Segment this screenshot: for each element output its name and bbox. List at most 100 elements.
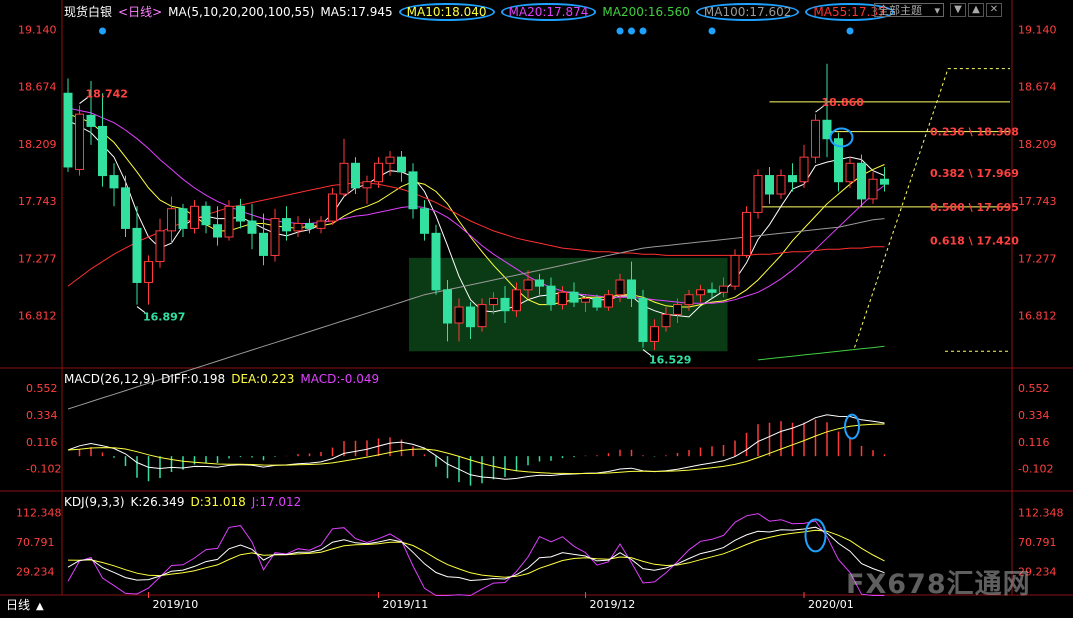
top-legend: 现货白银 <日线> MA(5,10,20,200,100,55) MA5:17.945… [64, 3, 900, 23]
candle-body [857, 162, 866, 200]
candle-body [351, 162, 360, 189]
watermark: FX678汇通网 [846, 562, 1031, 601]
candle-body [650, 326, 659, 342]
candle-body [799, 156, 809, 183]
y-tick-label-right: 18.209 [1018, 138, 1057, 151]
ma-line-ma200 [757, 345, 885, 361]
candle-body [880, 178, 889, 185]
close-icon: ✕ [989, 4, 999, 15]
kdj-highlight-circle [804, 518, 827, 553]
candle-body [604, 294, 613, 308]
fib-level-label: 0.236 \ 18.308 [930, 126, 1019, 139]
candle-body [420, 208, 429, 234]
ma20-value: MA20:17.874 [500, 3, 597, 21]
candle-body [385, 156, 395, 164]
candle-body [500, 297, 510, 312]
price-annotation-high: 18.742 [86, 88, 128, 101]
candle-body [259, 232, 268, 256]
macd-diff-line [67, 414, 885, 480]
theme-dropdown-label: 全部主题 [878, 4, 922, 17]
y-tick-label-right: 17.743 [1018, 195, 1057, 208]
candle-body [178, 208, 188, 229]
kdj-j: J:17.012 [251, 495, 302, 509]
fib-level-label: 0.382 \ 17.969 [930, 167, 1019, 180]
candle-body [592, 297, 602, 308]
y-tick-label-right: 17.277 [1018, 252, 1057, 265]
event-marker-dot [616, 27, 624, 35]
kdj-y-tick-right: 70.791 [1018, 536, 1057, 549]
candle-body [167, 208, 176, 232]
event-marker-dot [628, 27, 635, 35]
macd-y-tick-right: 0.116 [1018, 436, 1050, 449]
candle-body [546, 285, 556, 306]
candle-body [282, 218, 291, 232]
candle-body [535, 279, 544, 287]
candle-body [247, 220, 257, 234]
candle-body [316, 220, 326, 229]
candle-body [684, 294, 694, 306]
fib-level-label: 0.500 \ 17.695 [930, 201, 1019, 214]
price-annotation-low: 16.897 [143, 311, 185, 324]
macd-y-tick-right: 0.552 [1018, 382, 1050, 395]
period-footer[interactable]: 日线 ▲ [6, 596, 44, 613]
candle-body [121, 187, 130, 229]
candle-body [673, 304, 682, 315]
close-button[interactable]: ✕ [986, 3, 1002, 17]
candle-body [489, 297, 498, 306]
y-tick-label-left: 18.674 [18, 81, 57, 94]
instrument-name: 现货白银 [64, 5, 113, 19]
candle-body [581, 297, 590, 303]
candle-body [638, 297, 648, 342]
candle-body [627, 279, 636, 299]
y-tick-label-left: 17.277 [18, 252, 57, 265]
candle-body [558, 291, 567, 306]
candle-body [868, 178, 878, 200]
event-marker-dot [99, 27, 106, 35]
candle-body [742, 211, 751, 256]
scroll-down-button[interactable]: ▼ [950, 3, 966, 17]
kdj-legend: KDJ(9,3,3) K:26.349 D:31.018 J:17.012 [64, 495, 307, 515]
ma100-value: MA100:17.602 [695, 3, 800, 21]
candle-body [397, 156, 406, 173]
period-footer-label: 日线 [6, 598, 31, 612]
candle-body [201, 205, 211, 226]
event-marker-dot [846, 27, 854, 35]
candle-body [707, 289, 717, 293]
y-tick-label-right: 16.812 [1018, 309, 1057, 322]
triangle-up-icon: ▲ [36, 601, 44, 612]
candle-body [661, 313, 671, 328]
price-annotation-high: 18.860 [822, 96, 865, 109]
candle-body [270, 218, 280, 256]
x-tick-label: 2019/12 [590, 598, 636, 611]
kdj-y-tick-right: 112.348 [1018, 506, 1064, 519]
macd-legend: MACD(26,12,9) DIFF:0.198 DEA:0.223 MACD:-0.… [64, 372, 385, 392]
candle-body [811, 119, 820, 158]
macd-y-tick-left: -0.102 [26, 463, 61, 476]
event-marker-dot [708, 27, 716, 35]
scroll-up-button[interactable]: ▲ [968, 3, 984, 17]
candle-body [328, 193, 337, 222]
candle-body [374, 162, 383, 183]
ma10-value: MA10:18.040 [398, 3, 495, 21]
kdj-d: D:31.018 [190, 495, 246, 509]
candle-body [523, 279, 533, 291]
kdj-j-line [67, 513, 885, 597]
kdj-y-tick-left: 112.348 [16, 506, 62, 519]
ma5-value: MA5:17.945 [320, 5, 393, 19]
x-tick-label: 2019/11 [383, 598, 429, 611]
kdj-title: KDJ(9,3,3) [64, 495, 125, 509]
candle-body [98, 125, 107, 177]
candle-body [213, 224, 222, 238]
y-tick-label-right: 18.674 [1018, 81, 1057, 94]
candle-body [569, 291, 579, 303]
theme-dropdown[interactable]: 全部主题 ▾ [874, 3, 944, 17]
candle-body [109, 175, 119, 189]
kdj-k-line [67, 526, 885, 582]
candle-body [190, 205, 199, 229]
chevron-down-icon: ▾ [934, 4, 940, 17]
y-tick-label-left: 16.812 [18, 309, 57, 322]
macd-y-tick-left: 0.334 [26, 409, 58, 422]
event-marker-dot [639, 27, 647, 35]
candle-body [305, 222, 314, 229]
period-tag[interactable]: <日线> [118, 3, 162, 20]
